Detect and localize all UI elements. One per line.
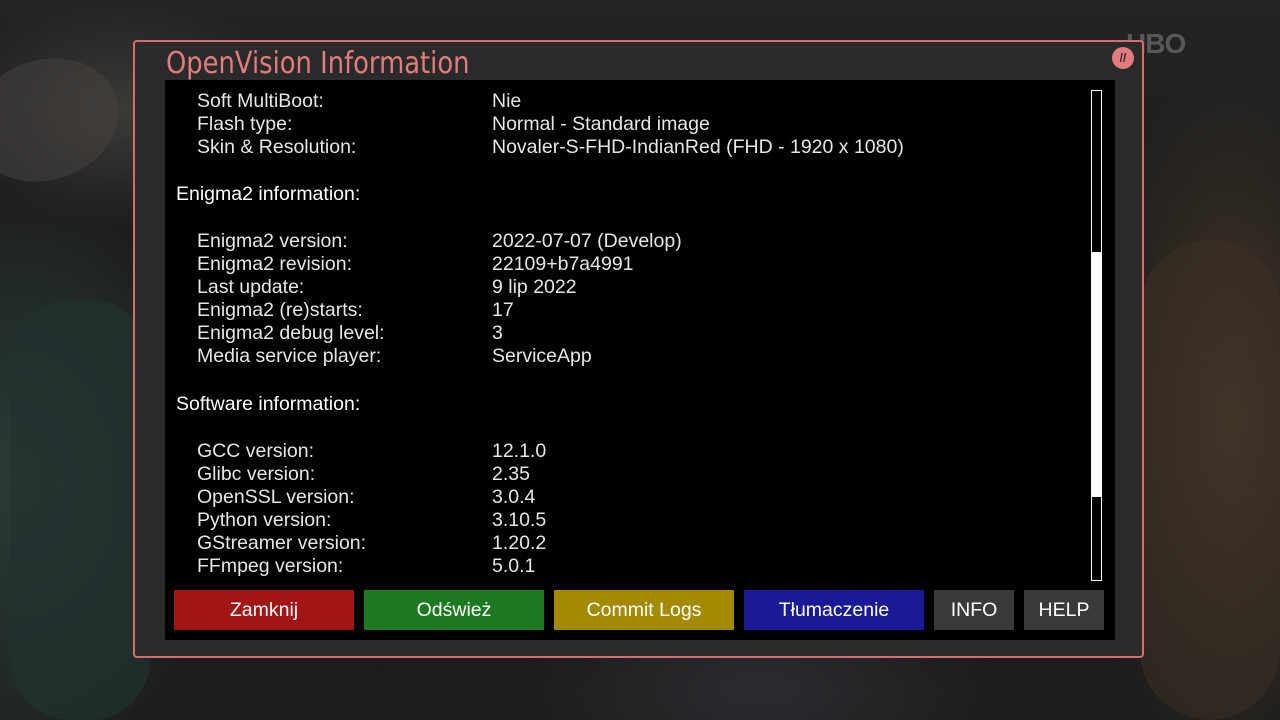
openvision-logo-icon: // <box>1112 47 1134 69</box>
info-value: 17 <box>492 299 514 321</box>
info-window: OpenVision Information // Soft MultiBoot… <box>133 40 1144 658</box>
close-button[interactable]: Zamknij <box>174 590 354 630</box>
info-key: GCC version: <box>197 440 315 462</box>
info-button[interactable]: INFO <box>934 590 1014 630</box>
info-key: Enigma2 version: <box>197 230 348 252</box>
info-list[interactable]: Soft MultiBoot: Nie Flash type: Normal -… <box>165 80 1085 585</box>
info-value: 5.0.1 <box>492 555 536 577</box>
info-value: 3.10.5 <box>492 509 547 531</box>
info-key: Soft MultiBoot: <box>197 90 324 112</box>
info-value: ServiceApp <box>492 345 592 367</box>
background-figure <box>10 300 150 720</box>
info-key: Enigma2 debug level: <box>197 322 385 344</box>
info-key: Flash type: <box>197 113 293 135</box>
info-key: Enigma2 (re)starts: <box>197 299 363 321</box>
info-key: FFmpeg version: <box>197 555 344 577</box>
section-header-software: Software information: <box>176 393 361 415</box>
info-key: Glibc version: <box>197 463 316 485</box>
info-value: 2022-07-07 (Develop) <box>492 230 682 252</box>
info-value: 2.35 <box>492 463 530 485</box>
info-key: OpenSSL version: <box>197 486 355 508</box>
background-figure <box>0 39 135 201</box>
info-key: Last update: <box>197 276 305 298</box>
info-value: Normal - Standard image <box>492 113 710 135</box>
scrollbar-thumb[interactable] <box>1092 252 1101 497</box>
info-value: 22109+b7a4991 <box>492 253 634 275</box>
info-value: 3 <box>492 322 503 344</box>
info-panel: Soft MultiBoot: Nie Flash type: Normal -… <box>165 80 1115 640</box>
background-figure <box>1140 240 1280 720</box>
info-key: GStreamer version: <box>197 532 367 554</box>
help-button[interactable]: HELP <box>1024 590 1104 630</box>
info-value: Novaler-S-FHD-IndianRed (FHD - 1920 x 10… <box>492 136 904 158</box>
info-value: Nie <box>492 90 522 112</box>
info-key: Enigma2 revision: <box>197 253 352 275</box>
scrollbar[interactable] <box>1091 90 1102 581</box>
info-key: Python version: <box>197 509 332 531</box>
info-value: 12.1.0 <box>492 440 547 462</box>
commit-logs-button[interactable]: Commit Logs <box>554 590 734 630</box>
translation-button[interactable]: Tłumaczenie <box>744 590 924 630</box>
info-key: Skin & Resolution: <box>197 136 357 158</box>
window-title: OpenVision Information <box>166 46 470 81</box>
info-value: 3.0.4 <box>492 486 536 508</box>
section-header-enigma2: Enigma2 information: <box>176 183 361 205</box>
info-key: Media service player: <box>197 345 382 367</box>
info-value: 9 lip 2022 <box>492 276 577 298</box>
refresh-button[interactable]: Odśwież <box>364 590 544 630</box>
info-value: 1.20.2 <box>492 532 547 554</box>
